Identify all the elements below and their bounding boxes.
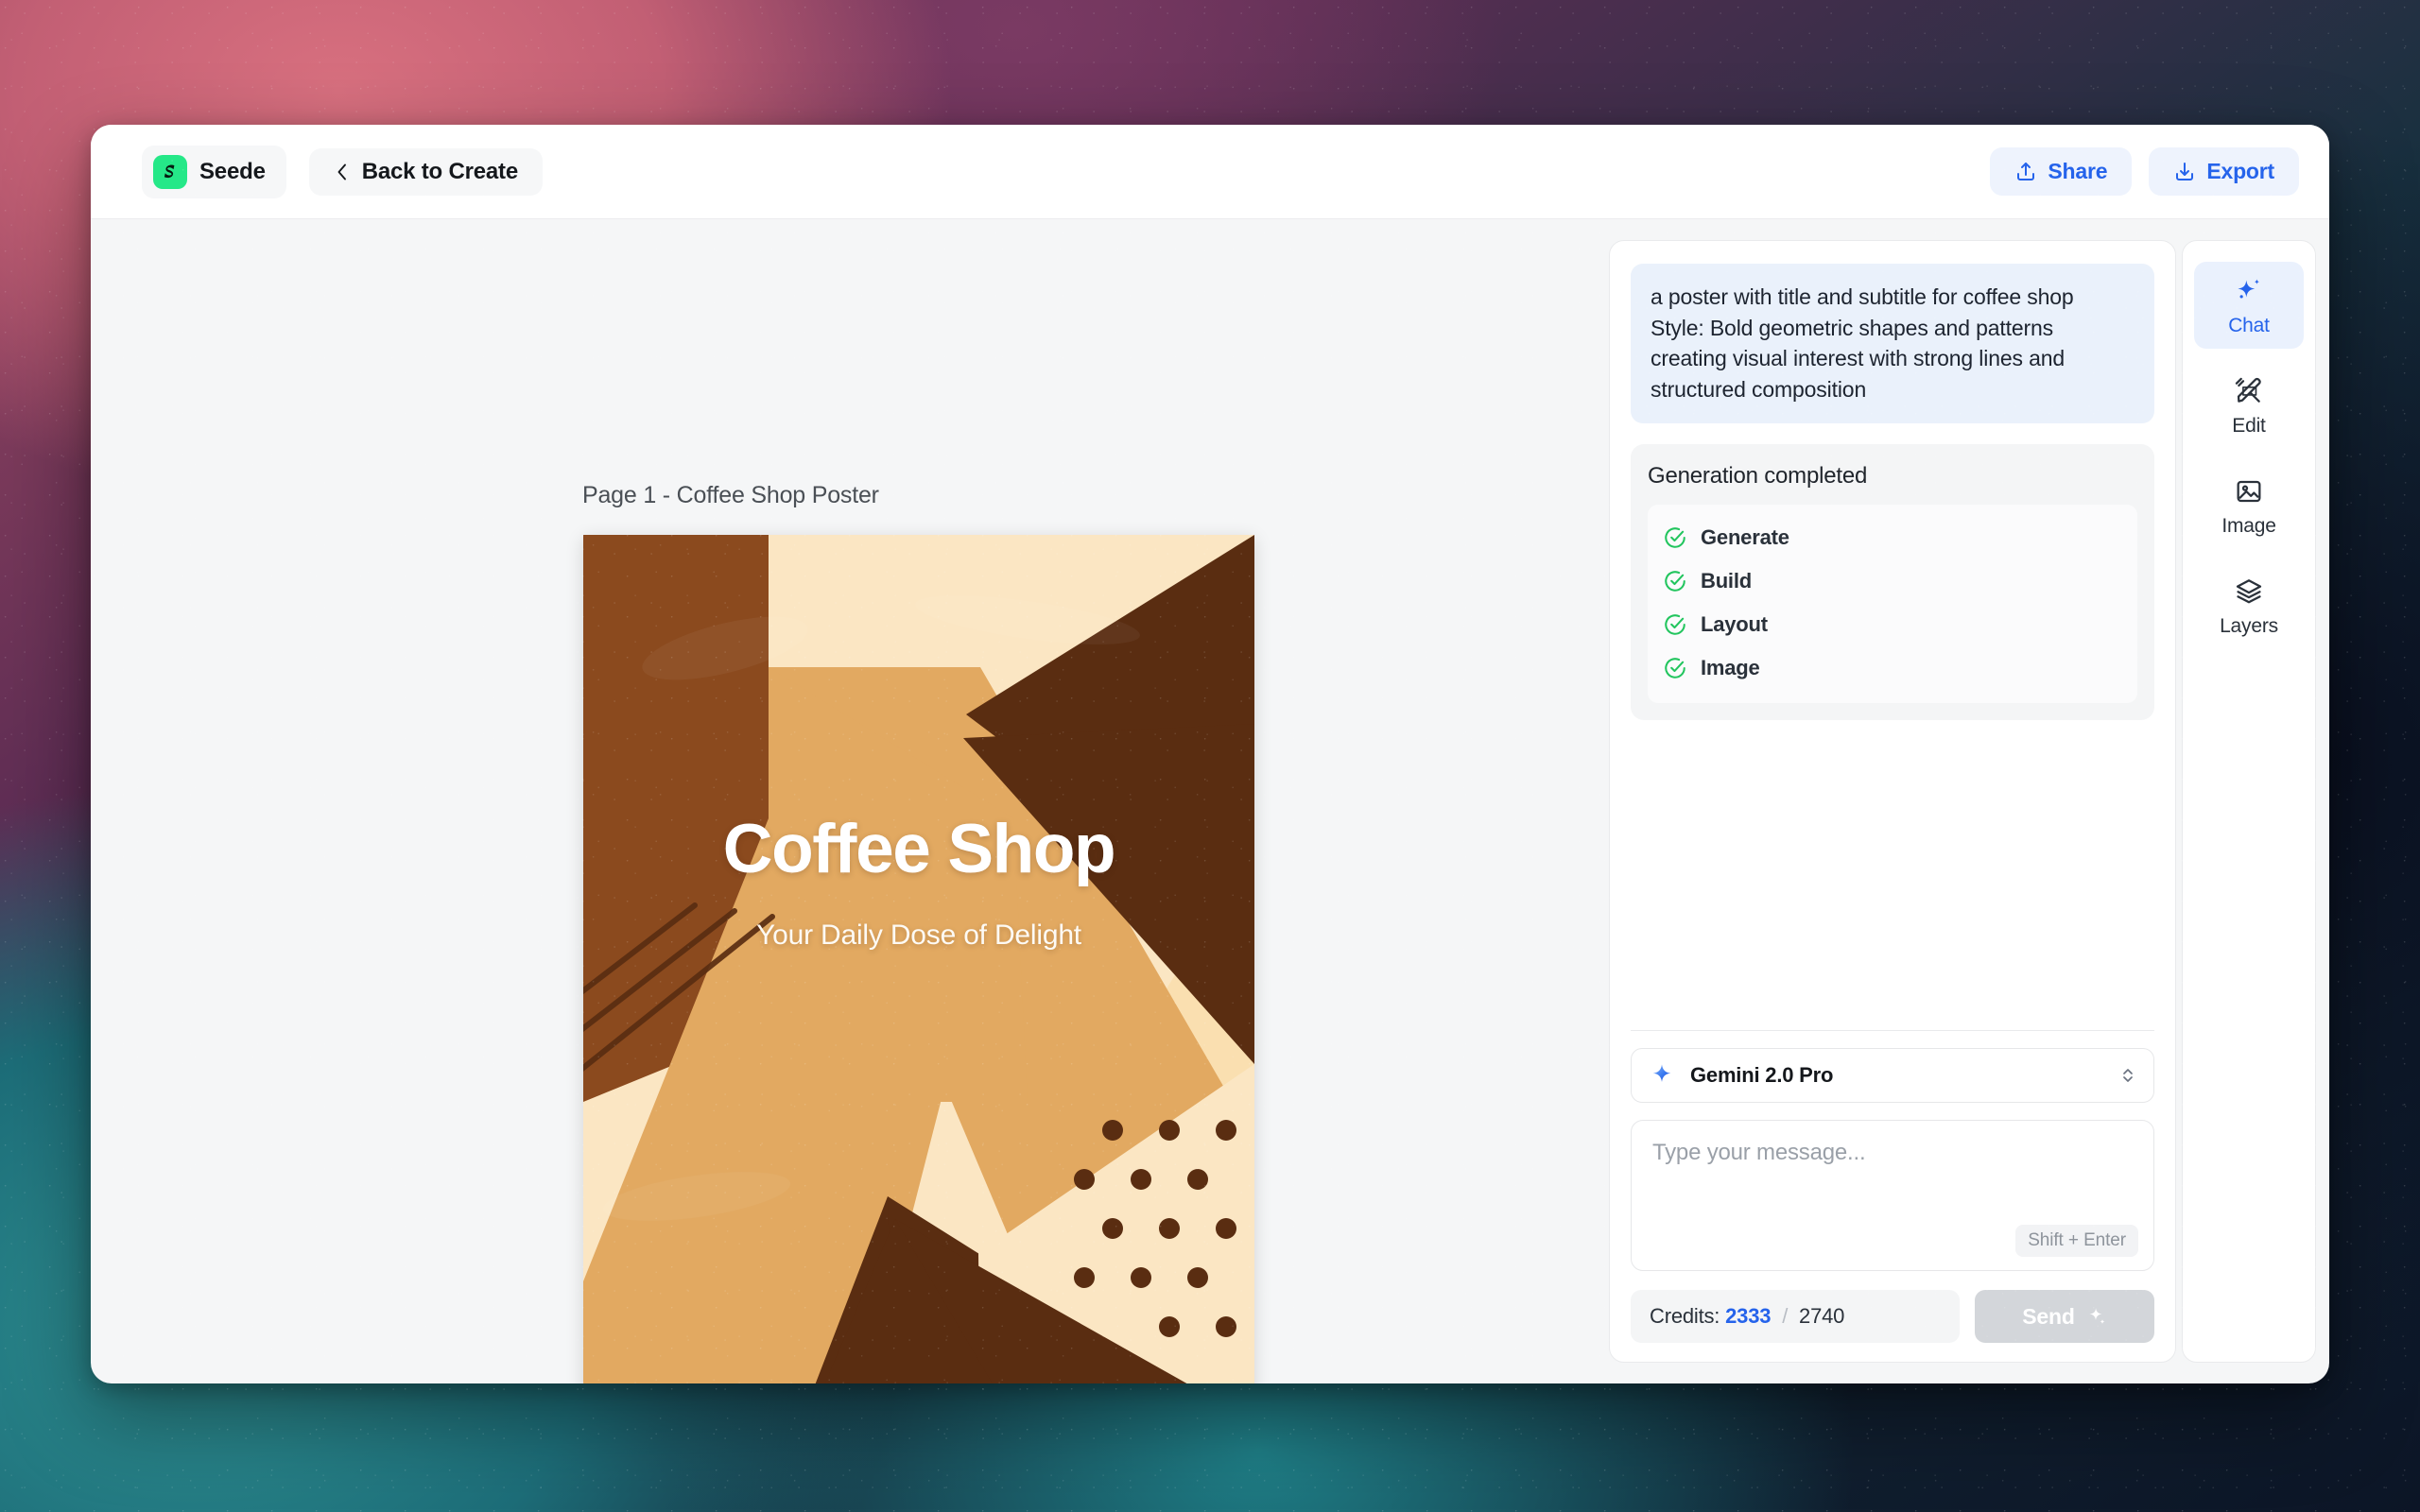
check-circle-icon [1663,656,1687,680]
model-selector[interactable]: Gemini 2.0 Pro [1631,1048,2154,1103]
shift-enter-hint: Shift + Enter [2015,1225,2138,1257]
generation-step: Generate [1663,516,2122,559]
right-rail: Chat Edit Image Layers [2182,240,2316,1363]
generation-step-label: Layout [1701,611,1768,636]
send-button[interactable]: Send [1975,1290,2154,1343]
check-circle-icon [1663,525,1687,550]
app-header: Seede Back to Create Share Export [91,125,2329,219]
credits-display: Credits: 2333 / 2740 [1631,1290,1960,1343]
brand-name: Seede [199,158,266,184]
generation-step-label: Generate [1701,524,1789,549]
rail-item-label: Layers [2220,615,2278,637]
rail-item-layers[interactable]: Layers [2194,562,2304,649]
chat-spacer [1631,720,2154,1030]
credits-total: 2740 [1799,1304,1845,1328]
chat-footer: Credits: 2333 / 2740 Send [1631,1290,2154,1343]
rail-item-edit[interactable]: Edit [2194,362,2304,449]
export-button[interactable]: Export [2149,147,2299,196]
back-to-create-label: Back to Create [361,158,518,184]
share-label: Share [2048,159,2108,183]
generation-step: Image [1663,646,2122,690]
credits-separator: / [1782,1304,1789,1328]
rail-item-label: Chat [2228,315,2270,336]
generation-step-label: Build [1701,568,1752,593]
panel-divider [1631,1030,2154,1031]
model-name: Gemini 2.0 Pro [1690,1063,1834,1087]
generation-title: Generation completed [1648,462,1868,489]
back-to-create-button[interactable]: Back to Create [308,147,543,196]
chat-panel: a poster with title and subtitle for cof… [1609,240,2176,1363]
rail-item-label: Edit [2232,415,2266,437]
prompt-message: a poster with title and subtitle for cof… [1631,264,2154,423]
check-circle-icon [1663,569,1687,593]
send-label: Send [2022,1303,2075,1329]
message-placeholder: Type your message... [1652,1140,1866,1165]
app-body: Page 1 - Coffee Shop Poster Coffee Shop … [91,219,2329,1383]
canvas-area: Page 1 - Coffee Shop Poster Coffee Shop … [91,219,1609,1383]
export-label: Export [2206,159,2274,183]
rail-item-label: Image [2221,515,2276,537]
rail-item-image[interactable]: Image [2194,462,2304,549]
layers-icon [2234,576,2264,607]
app-window: Seede Back to Create Share Export Page 1… [91,125,2329,1383]
check-circle-icon [1663,612,1687,637]
poster-artwork [583,535,1254,1383]
brand-badge: Seede [142,145,286,198]
seede-logo-icon [153,154,187,189]
credits-label: Credits: [1650,1304,1720,1328]
generation-step-list: Generate Build Layout Image [1648,504,2137,703]
generation-card: Generation completed Generate Build Layo… [1631,443,2154,720]
generation-step: Layout [1663,603,2122,646]
chevron-left-icon [334,162,351,182]
sparkle-icon [2084,1305,2107,1328]
pencil-ruler-icon [2234,376,2264,406]
gemini-sparkle-icon [1649,1062,1675,1089]
image-icon [2234,476,2264,507]
message-input[interactable]: Type your message... Shift + Enter [1631,1120,2154,1271]
download-icon [2173,161,2196,183]
chevron-up-down-icon [2119,1064,2136,1087]
generation-step: Build [1663,559,2122,603]
rail-item-chat[interactable]: Chat [2194,262,2304,349]
credits-used: 2333 [1725,1304,1772,1328]
upload-icon [2014,161,2037,183]
generation-step-label: Image [1701,655,1760,679]
desktop-background: Seede Back to Create Share Export Page 1… [0,0,2420,1512]
page-label: Page 1 - Coffee Shop Poster [582,482,879,508]
sparkle-chat-icon [2234,276,2264,306]
poster-canvas[interactable]: Coffee Shop Your Daily Dose of Delight [583,535,1254,1383]
share-button[interactable]: Share [1990,147,2133,196]
